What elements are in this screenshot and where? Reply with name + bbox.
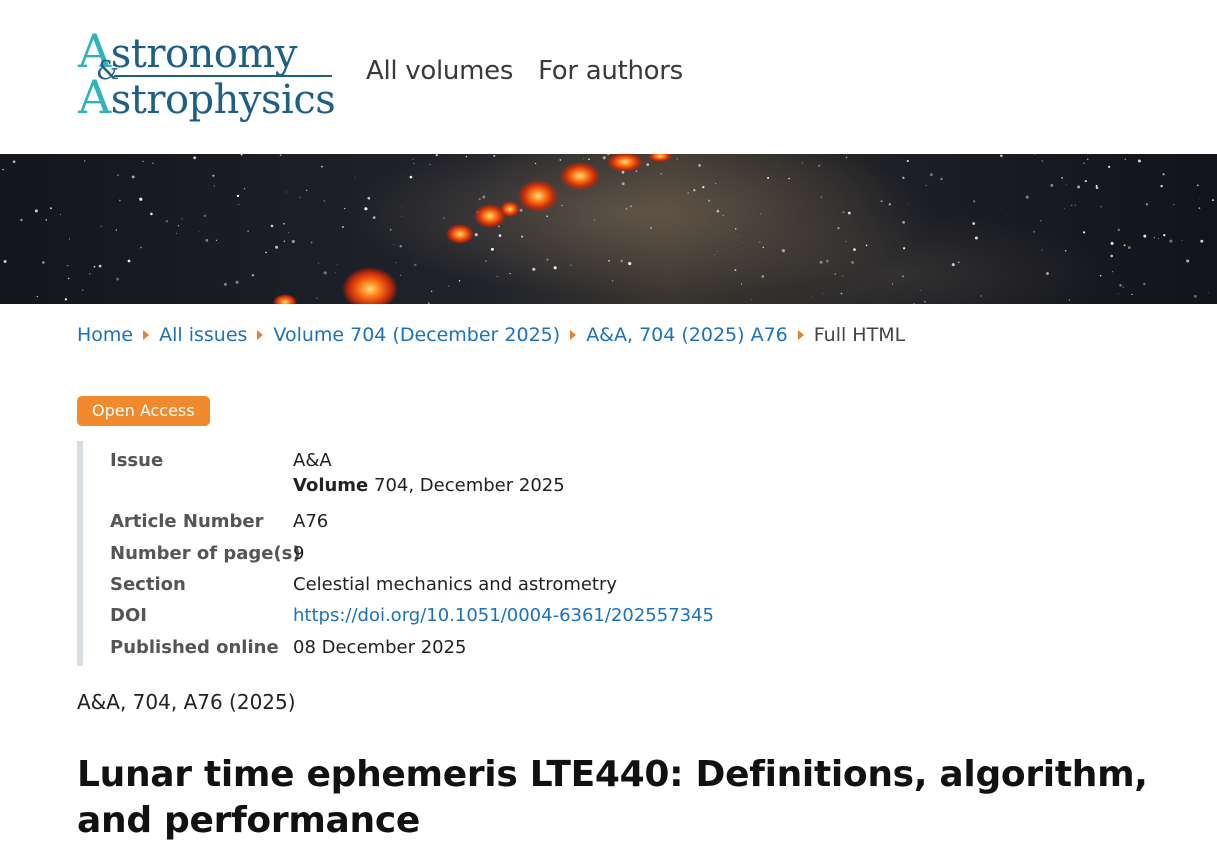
article-number-label: Article Number — [110, 511, 264, 532]
breadcrumb-separator-icon — [570, 330, 577, 340]
article-number-value: A76 — [293, 511, 329, 532]
main-nav: All volumes For authors — [366, 56, 683, 86]
breadcrumb-separator-icon — [143, 330, 150, 340]
issue-label: Issue — [110, 450, 164, 471]
pages-label: Number of page(s) — [110, 543, 301, 564]
doi-link[interactable]: https://doi.org/10.1051/0004-6361/202557… — [293, 605, 714, 626]
published-label: Published online — [110, 637, 279, 658]
section-value: Celestial mechanics and astrometry — [293, 574, 618, 595]
open-access-badge: Open Access — [77, 396, 210, 426]
nav-for-authors[interactable]: For authors — [538, 56, 683, 86]
journal-logo[interactable]: Astronomy & Astrophysics — [78, 22, 336, 124]
nav-all-volumes[interactable]: All volumes — [366, 56, 513, 86]
published-value: 08 December 2025 — [293, 637, 467, 658]
article-info-table: Issue A&A Volume 704, December 2025 Arti… — [77, 441, 777, 666]
breadcrumb-separator-icon — [257, 330, 264, 340]
header-banner-image — [0, 154, 1217, 304]
breadcrumb-home[interactable]: Home — [77, 324, 133, 346]
article-citation: A&A, 704, A76 (2025) — [77, 690, 296, 714]
site-header: Astronomy & Astrophysics All volumes For… — [0, 0, 1217, 154]
breadcrumb: Home All issues Volume 704 (December 202… — [77, 324, 905, 346]
doi-label: DOI — [110, 605, 147, 626]
breadcrumb-current: Full HTML — [813, 324, 906, 346]
nebula-clouds — [273, 154, 672, 304]
section-label: Section — [110, 574, 186, 595]
breadcrumb-article[interactable]: A&A, 704 (2025) A76 — [586, 324, 788, 346]
breadcrumb-all-issues[interactable]: All issues — [159, 324, 247, 346]
issue-journal: A&A — [293, 450, 332, 471]
volume-value: 704, December 2025 — [374, 475, 565, 496]
breadcrumb-volume[interactable]: Volume 704 (December 2025) — [273, 324, 560, 346]
breadcrumb-separator-icon — [797, 330, 804, 340]
starfield — [2, 154, 1215, 304]
pages-value: 9 — [293, 543, 305, 564]
volume-label: Volume — [293, 475, 369, 496]
article-title: Lunar time ephemeris LTE440: Definitions… — [77, 754, 1148, 841]
